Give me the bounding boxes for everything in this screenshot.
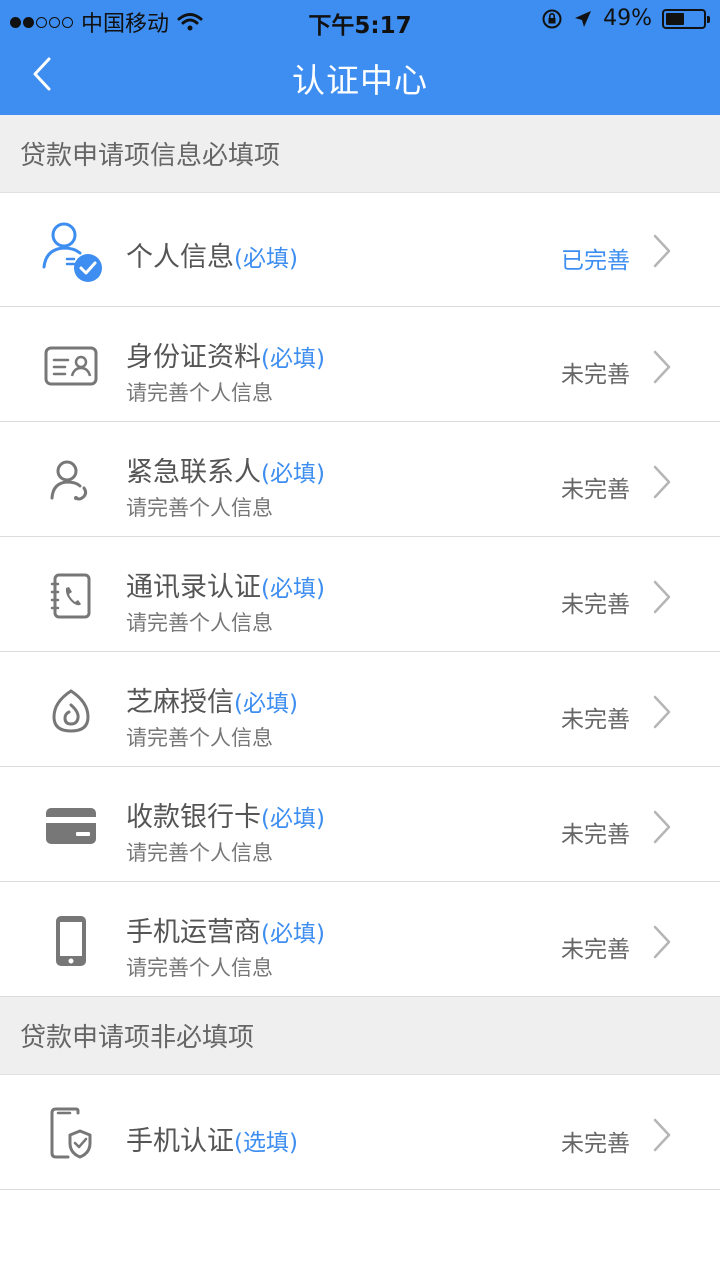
item-name: 紧急联系人 [126,457,261,488]
item-subtitle: 请完善个人信息 [126,496,273,520]
list-item-address-book[interactable]: 通讯录认证(必填) 请完善个人信息 未完善 [0,537,720,652]
item-title: 手机认证(选填) [126,1119,298,1158]
status-badge: 未完善 [561,822,630,848]
bank-card-icon [36,791,106,861]
status-badge: 未完善 [561,707,630,733]
list-item-personal-info[interactable]: 个人信息(必填) 已完善 [0,193,720,307]
item-name: 身份证资料 [126,342,261,373]
required-tag: (必填) [234,246,298,272]
item-title: 个人信息(必填) [126,235,298,274]
mobile-phone-icon [36,906,106,976]
chevron-right-icon [653,925,671,959]
list-item-bank-card[interactable]: 收款银行卡(必填) 请完善个人信息 未完善 [0,767,720,882]
location-icon [575,10,592,27]
chevron-right-icon [653,810,671,844]
page-title: 认证中心 [292,61,428,100]
status-right: 49% [541,6,710,31]
battery-percent: 49% [603,6,652,31]
list-item-id-card[interactable]: 身份证资料(必填) 请完善个人信息 未完善 [0,307,720,422]
required-tag: (必填) [261,806,325,832]
list-item-phone-verification[interactable]: 手机认证(选填) 未完善 [0,1075,720,1190]
required-tag: (必填) [234,691,298,717]
status-badge: 已完善 [561,248,630,274]
id-card-icon [36,331,106,401]
phone-verify-shield-icon [36,1099,106,1169]
chevron-right-icon [653,234,671,268]
status-badge: 未完善 [561,1131,630,1157]
item-name: 个人信息 [126,242,234,273]
item-title: 通讯录认证(必填) [126,565,325,604]
item-name: 手机运营商 [126,917,261,948]
rotation-lock-icon [542,9,562,28]
item-title: 收款银行卡(必填) [126,795,325,834]
status-badge: 未完善 [561,477,630,503]
item-name: 手机认证 [126,1126,234,1157]
status-bar: 中国移动 下午5:17 49% [0,0,720,40]
item-title: 手机运营商(必填) [126,910,325,949]
address-book-icon [36,561,106,631]
list-item-emergency-contact[interactable]: 紧急联系人(必填) 请完善个人信息 未完善 [0,422,720,537]
status-badge: 未完善 [561,592,630,618]
item-subtitle: 请完善个人信息 [126,611,273,635]
optional-tag: (选填) [234,1130,298,1156]
item-subtitle: 请完善个人信息 [126,381,273,405]
chevron-right-icon [653,580,671,614]
chevron-right-icon [653,350,671,384]
chevron-right-icon [653,1118,671,1152]
chevron-right-icon [653,695,671,729]
required-tag: (必填) [261,346,325,372]
sesame-credit-icon [36,676,106,746]
item-title: 紧急联系人(必填) [126,450,325,489]
top-bar: 中国移动 下午5:17 49% 认证中心 [0,0,720,115]
item-subtitle: 请完善个人信息 [126,956,273,980]
section-header-optional: 贷款申请项非必填项 [0,997,720,1075]
required-tag: (必填) [261,921,325,947]
status-badge: 未完善 [561,937,630,963]
list-item-sesame-credit[interactable]: 芝麻授信(必填) 请完善个人信息 未完善 [0,652,720,767]
emergency-contact-icon [36,446,106,516]
navbar: 认证中心 [0,40,720,115]
item-title: 芝麻授信(必填) [126,680,298,719]
section-header-required: 贷款申请项信息必填项 [0,115,720,193]
item-name: 芝麻授信 [126,687,234,718]
battery-icon [662,8,710,29]
status-badge: 未完善 [561,362,630,388]
list-item-mobile-carrier[interactable]: 手机运营商(必填) 请完善个人信息 未完善 [0,882,720,997]
required-tag: (必填) [261,461,325,487]
item-title: 身份证资料(必填) [126,335,325,374]
item-subtitle: 请完善个人信息 [126,841,273,865]
chevron-right-icon [653,465,671,499]
personal-info-verified-icon [36,215,106,285]
item-name: 通讯录认证 [126,572,261,603]
item-name: 收款银行卡 [126,802,261,833]
required-tag: (必填) [261,576,325,602]
item-subtitle: 请完善个人信息 [126,726,273,750]
